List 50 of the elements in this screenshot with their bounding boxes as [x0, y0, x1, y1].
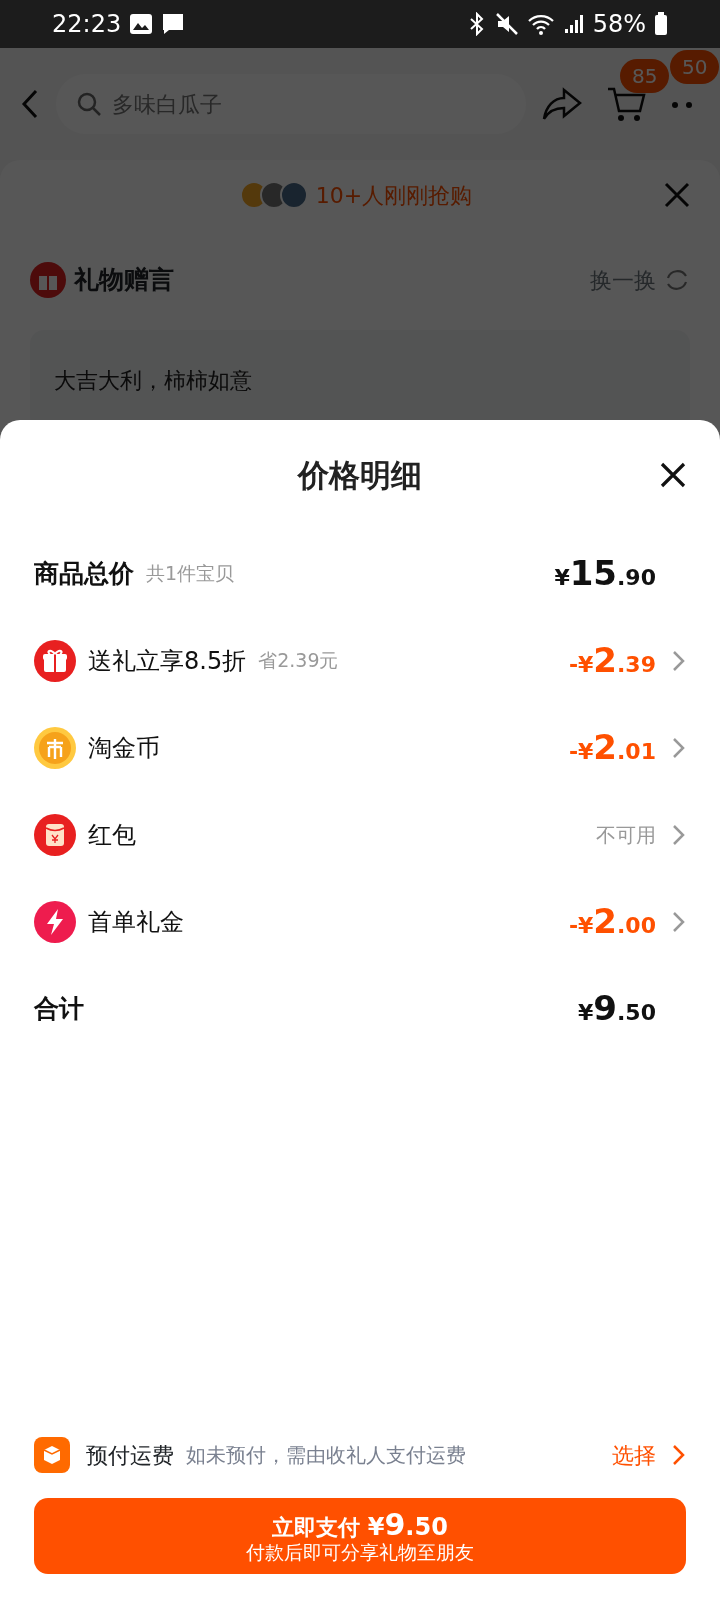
chevron-icon	[672, 736, 686, 759]
price-text: ¥15.90	[554, 552, 656, 595]
count-badge: 85	[620, 59, 670, 93]
row-label: 红包	[88, 819, 136, 851]
row-note: 如未预付，需由收礼人支付运费	[186, 1442, 466, 1469]
chevron-icon	[672, 1444, 686, 1466]
price-text: -¥2.39	[568, 639, 656, 682]
row-note: 省2.39元	[258, 648, 339, 674]
back-icon[interactable]	[20, 88, 40, 120]
row-label: 淘金币	[88, 732, 160, 764]
image-icon	[129, 13, 154, 35]
sheet-title: 价格明细	[298, 455, 422, 495]
row-label: 预付运费	[86, 1441, 174, 1470]
row-label: 商品总价	[34, 557, 134, 590]
close-icon[interactable]	[660, 462, 686, 488]
price-text: -¥2.00	[568, 900, 656, 943]
coin-icon	[34, 726, 76, 769]
box-icon	[34, 1437, 70, 1473]
choose-link[interactable]: 选择	[612, 1438, 686, 1472]
avatar-icon	[279, 181, 308, 209]
gift-icon	[30, 262, 66, 298]
buyers-text: 10+人刚刚抢购	[315, 181, 473, 210]
gift-icon	[34, 639, 76, 682]
signal-icon	[562, 13, 585, 35]
section-title: 礼物赠言	[74, 264, 174, 297]
count-badge: 50	[670, 50, 720, 84]
lightning-icon	[34, 900, 76, 943]
refresh-icon[interactable]	[664, 267, 690, 293]
battery-icon	[654, 12, 668, 36]
share-icon[interactable]	[542, 86, 582, 122]
row-value: 不可用	[596, 821, 656, 849]
row-label: 首单礼金	[88, 906, 184, 938]
envelope-icon	[34, 813, 76, 856]
battery-text: 58%	[592, 9, 646, 40]
price-text: ¥9.50	[578, 987, 656, 1030]
row-label: 送礼立享8.5折	[88, 645, 247, 677]
chevron-icon	[672, 649, 686, 672]
row-label: 合计	[34, 992, 84, 1025]
clock-text: 22:23	[52, 9, 122, 40]
price-text: -¥2.01	[568, 726, 656, 769]
mute-icon	[494, 12, 519, 36]
chat-icon	[161, 12, 186, 36]
chevron-icon	[672, 910, 686, 933]
chevron-icon	[672, 823, 686, 846]
search-icon	[76, 91, 102, 117]
wifi-icon	[526, 12, 555, 36]
cart-icon[interactable]	[606, 85, 646, 123]
pay-button[interactable]: 立即支付 ¥9.50 付款后即可分享礼物至朋友	[34, 1498, 686, 1574]
row-note: 共1件宝贝	[146, 561, 235, 587]
message-text: 大吉大利，柿柿如意	[54, 368, 252, 393]
